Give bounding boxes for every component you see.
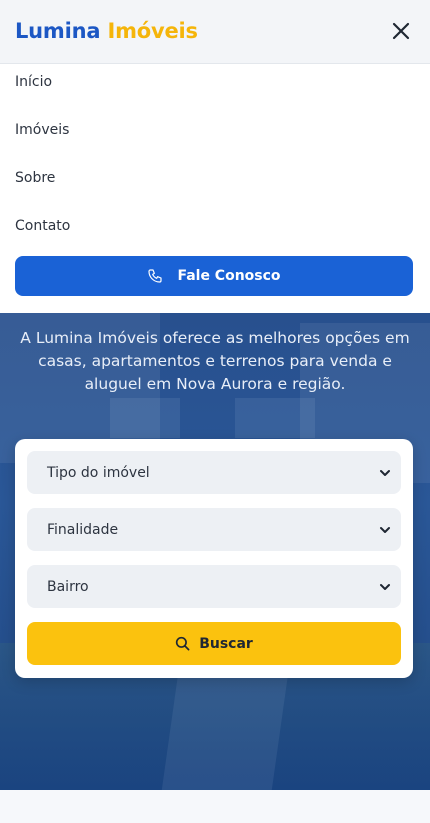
neighborhood-select[interactable]: Bairro (27, 565, 401, 608)
hero-background-window (110, 398, 180, 438)
chevron-down-icon (380, 583, 390, 590)
mobile-menu: Início Imóveis Sobre Contato Fale Conosc… (0, 64, 430, 313)
hero-background-window (235, 398, 315, 438)
select-label: Bairro (47, 578, 89, 595)
select-label: Finalidade (47, 521, 119, 538)
contact-button-label: Fale Conosco (177, 268, 281, 284)
menu-item-inicio[interactable]: Início (15, 74, 52, 90)
header: Lumina Imóveis (0, 0, 430, 64)
search-icon (176, 636, 190, 651)
property-type-select[interactable]: Tipo do imóvel (27, 451, 401, 494)
page-bottom-strip (0, 790, 430, 823)
hero-description: A Lumina Imóveis oferece as melhores opç… (20, 329, 410, 393)
chevron-down-icon (380, 526, 390, 533)
search-button[interactable]: Buscar (27, 622, 401, 665)
menu-item-sobre[interactable]: Sobre (15, 170, 55, 186)
close-icon (392, 22, 410, 40)
logo[interactable]: Lumina Imóveis (15, 19, 198, 43)
chevron-down-icon (380, 469, 390, 476)
search-card: Tipo do imóvel Finalidade Bairro Buscar (15, 439, 413, 678)
close-menu-button[interactable] (387, 17, 415, 45)
search-button-label: Buscar (199, 635, 253, 652)
logo-part-2: Imóveis (107, 19, 198, 43)
select-label: Tipo do imóvel (47, 464, 150, 481)
purpose-select[interactable]: Finalidade (27, 508, 401, 551)
logo-part-1: Lumina (15, 19, 101, 43)
contact-button[interactable]: Fale Conosco (15, 256, 413, 296)
phone-icon (148, 269, 163, 283)
hero-section: A Lumina Imóveis oferece as melhores opç… (0, 313, 430, 790)
hero-background-path (161, 673, 289, 790)
menu-item-imoveis[interactable]: Imóveis (15, 122, 69, 138)
menu-item-contato[interactable]: Contato (15, 218, 70, 234)
